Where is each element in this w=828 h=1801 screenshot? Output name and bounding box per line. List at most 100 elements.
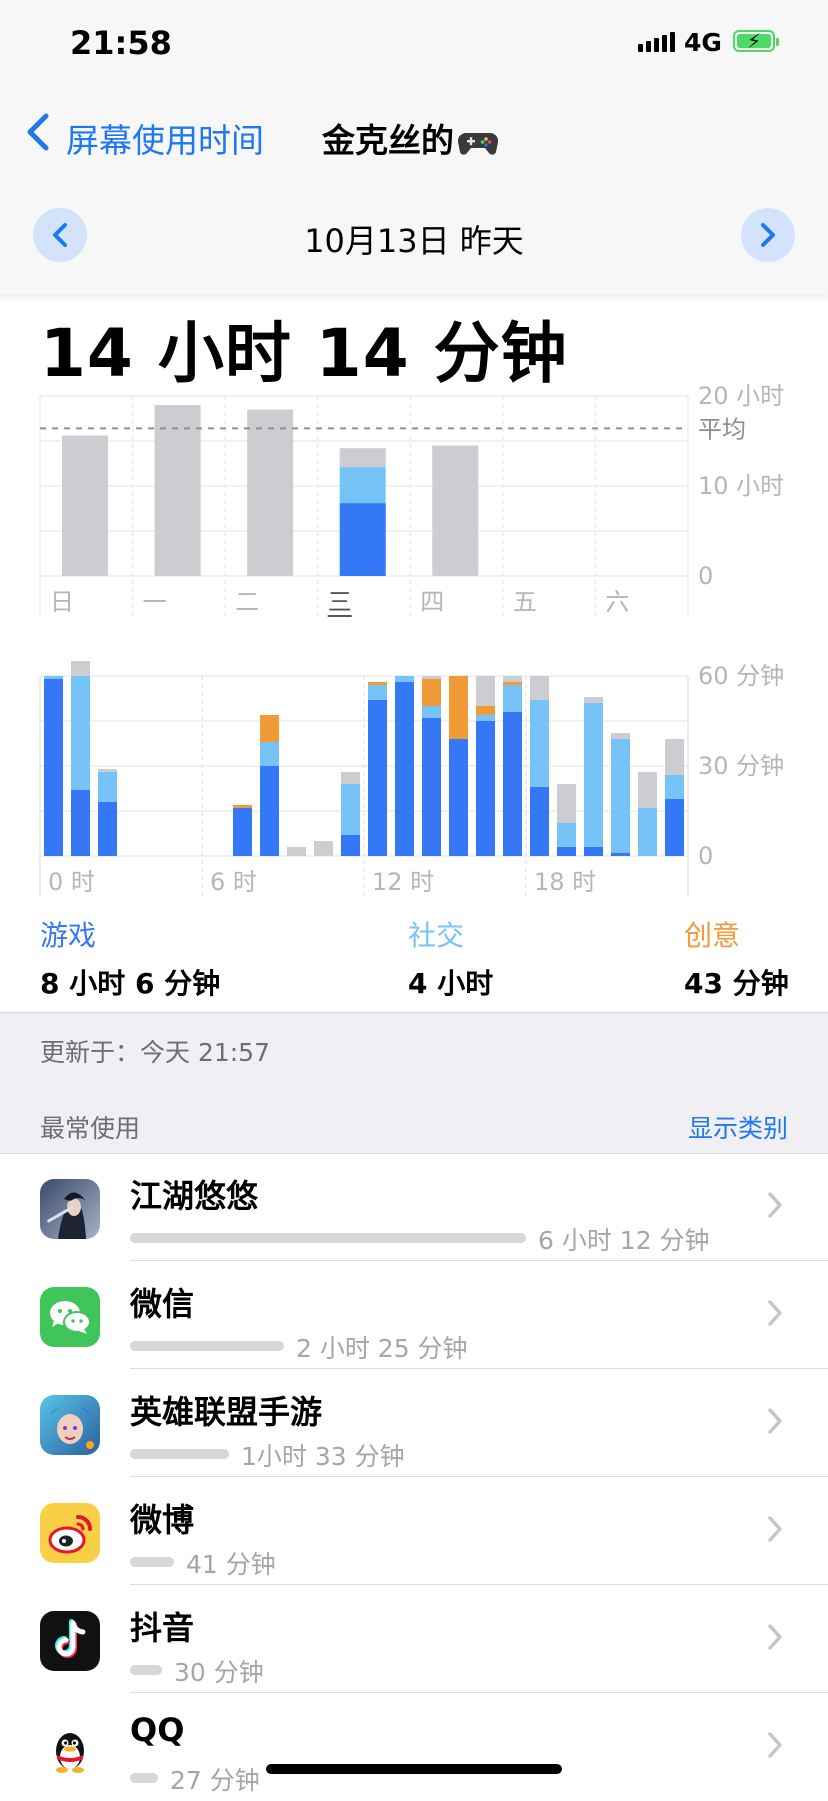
list-header-section: 更新于：今天 21:57 最常使用 显示类别 xyxy=(0,1012,828,1154)
hour-bar-1-20 xyxy=(584,703,603,847)
hour-bar-0-2 xyxy=(98,802,117,856)
hour-bar-0-0 xyxy=(44,679,63,856)
app-duration: 2 小时 25 分钟 xyxy=(296,1334,468,1363)
hour-bar-1-12 xyxy=(368,685,387,700)
app-row-douyin[interactable]: 抖音 30 分钟 xyxy=(0,1585,828,1693)
app-name: 微信 xyxy=(130,1285,195,1323)
back-button[interactable]: 屏幕使用时间 xyxy=(66,114,264,162)
usage-bar xyxy=(130,1665,162,1675)
app-name: QQ xyxy=(130,1711,185,1749)
app-row-weibo[interactable]: 微博 41 分钟 xyxy=(0,1477,828,1585)
week-day-label: 二 xyxy=(235,588,259,616)
week-bar-2-0 xyxy=(62,435,108,576)
chevron-right-icon xyxy=(768,1624,782,1650)
qq-app-icon xyxy=(40,1719,100,1779)
usage-bar xyxy=(130,1557,174,1567)
legend-creativity: 创意 43 分钟 xyxy=(684,914,789,1002)
week-bar-2-2 xyxy=(247,409,294,576)
next-day-button[interactable] xyxy=(741,208,795,262)
week-bar-2-4 xyxy=(432,445,479,576)
hourly-usage-chart[interactable]: 0 时 6 时 12 时 18 时 60 分钟 30 分钟 0 xyxy=(0,660,828,900)
legend-games-label: 游戏 xyxy=(40,919,97,952)
navigation-bar: 屏幕使用时间 金克丝的 xyxy=(0,90,828,177)
weekly-usage-chart[interactable]: 日 一 二 三 四 五 六 20 小时 10 小时 0 平均 xyxy=(0,380,828,630)
battery-charging-icon: ⚡ xyxy=(733,29,779,53)
hour-x-tick: 0 时 xyxy=(48,868,95,896)
hour-bar-1-19 xyxy=(557,823,576,847)
hour-x-tick: 6 时 xyxy=(210,868,257,896)
hour-bar-1-8 xyxy=(260,742,279,766)
app-row-lol[interactable]: 英雄联盟手游 1小时 33 分钟 xyxy=(0,1369,828,1477)
hour-bar-0-8 xyxy=(260,766,279,856)
hour-bar-1-13 xyxy=(395,676,414,682)
hour-bar-3-1 xyxy=(71,661,90,676)
hour-bar-0-15 xyxy=(449,739,468,856)
hour-bar-3-14 xyxy=(422,676,441,679)
hour-x-tick: 18 时 xyxy=(534,868,596,896)
hour-bar-3-2 xyxy=(98,769,117,772)
wechat-app-icon xyxy=(40,1287,100,1347)
douyin-app-icon xyxy=(40,1611,100,1671)
week-bar-2-1 xyxy=(154,405,201,576)
week-bar-1-3 xyxy=(339,467,386,504)
game-controller-icon xyxy=(458,132,498,155)
week-y-tick: 10 小时 xyxy=(698,472,784,500)
hour-bar-0-16 xyxy=(476,721,495,856)
week-y-tick: 0 xyxy=(698,562,713,590)
hour-bar-1-18 xyxy=(530,700,549,787)
app-name: 江湖悠悠 xyxy=(130,1177,259,1215)
status-bar: 21:58 4G ⚡ xyxy=(0,0,828,90)
app-duration: 6 小时 12 分钟 xyxy=(538,1226,710,1255)
hour-bar-1-1 xyxy=(71,676,90,790)
hour-bar-0-11 xyxy=(341,835,360,856)
chevron-right-icon xyxy=(761,223,775,247)
hour-bar-0-21 xyxy=(611,853,630,856)
legend-creativity-label: 创意 xyxy=(684,919,741,952)
hour-bar-2-12 xyxy=(368,682,387,685)
app-row-qq[interactable]: QQ 27 分钟 xyxy=(0,1693,828,1801)
usage-bar xyxy=(130,1449,229,1459)
updated-timestamp: 更新于：今天 21:57 xyxy=(40,1038,270,1067)
week-day-label: 一 xyxy=(143,588,167,616)
weibo-app-icon xyxy=(40,1503,100,1563)
hour-bar-1-0 xyxy=(44,676,63,679)
app-name: 抖音 xyxy=(130,1609,195,1647)
hour-bar-3-23 xyxy=(665,739,684,775)
hour-bar-3-16 xyxy=(476,676,495,706)
chevron-right-icon xyxy=(768,1732,782,1758)
hour-bar-3-10 xyxy=(314,841,333,856)
page-title-text: 金克丝的 xyxy=(322,121,454,160)
hour-bar-2-16 xyxy=(476,706,495,715)
app-name: 英雄联盟手游 xyxy=(130,1393,323,1431)
hour-bar-2-8 xyxy=(260,715,279,742)
page-title: 金克丝的 xyxy=(322,114,498,162)
hour-bar-0-18 xyxy=(530,787,549,856)
chevron-right-icon xyxy=(768,1516,782,1542)
app-duration: 30 分钟 xyxy=(174,1658,264,1687)
back-chevron-icon[interactable] xyxy=(24,112,52,152)
network-type: 4G xyxy=(684,28,722,57)
hour-bar-3-21 xyxy=(611,733,630,739)
show-categories-button[interactable]: 显示类别 xyxy=(688,1109,788,1145)
app-name: 微博 xyxy=(130,1501,195,1539)
legend-social: 社交 4 小时 xyxy=(408,914,493,1002)
app-row-wechat[interactable]: 微信 2 小时 25 分钟 xyxy=(0,1261,828,1369)
chevron-right-icon xyxy=(768,1408,782,1434)
hour-y-tick: 60 分钟 xyxy=(698,662,784,690)
hour-bar-3-18 xyxy=(530,676,549,700)
week-bar-2-3 xyxy=(339,448,386,468)
week-day-label: 四 xyxy=(420,588,444,616)
week-bar-0-3 xyxy=(339,503,386,576)
usage-bar xyxy=(130,1773,158,1783)
cellular-signal-icon xyxy=(638,32,675,52)
date-label: 10月13日 昨天 xyxy=(304,222,524,260)
hour-bar-3-17 xyxy=(503,676,522,682)
hour-bar-3-20 xyxy=(584,697,603,703)
hour-bar-0-14 xyxy=(422,718,441,856)
chevron-right-icon xyxy=(768,1192,782,1218)
hour-bar-1-23 xyxy=(665,775,684,799)
legend-creativity-value: 43 分钟 xyxy=(684,967,789,1000)
hour-bar-3-19 xyxy=(557,784,576,823)
app-row-jianghu[interactable]: 江湖悠悠 6 小时 12 分钟 xyxy=(0,1153,828,1261)
legend-social-value: 4 小时 xyxy=(408,967,494,1000)
